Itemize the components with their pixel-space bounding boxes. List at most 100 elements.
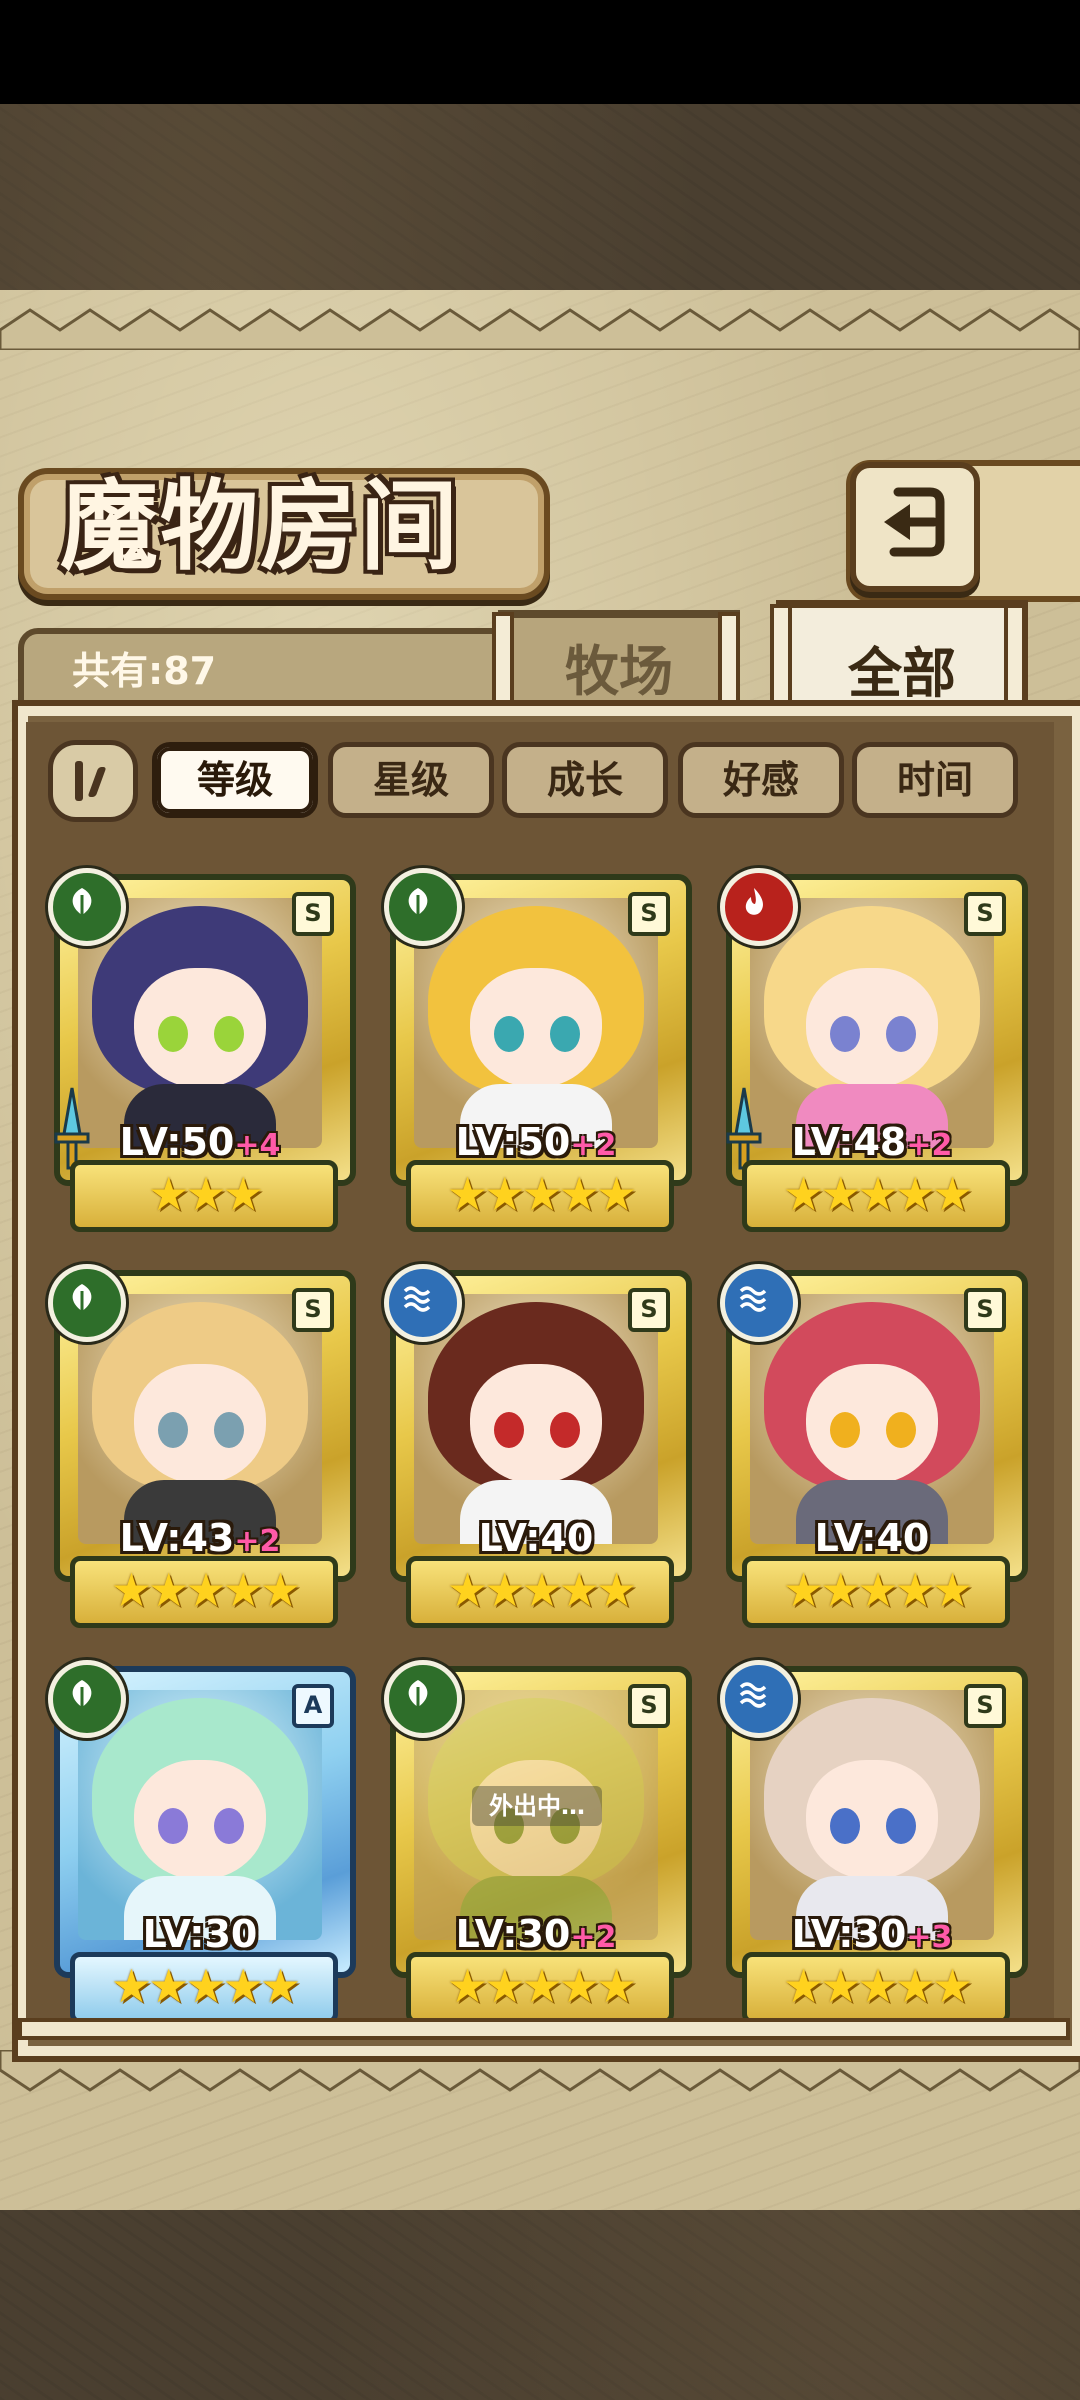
rank-badge: A	[292, 1684, 334, 1728]
total-count: 共有:87	[72, 649, 217, 693]
bottom-sawtooth-border	[0, 2050, 1080, 2092]
sort-order-toggle[interactable]	[48, 740, 138, 822]
portrait-face	[134, 1760, 266, 1880]
monster-portrait	[414, 1294, 658, 1544]
rank-badge: S	[964, 1684, 1006, 1728]
return-arrow-icon	[884, 487, 945, 557]
portrait-eye	[158, 1016, 188, 1052]
monster-portrait	[78, 1690, 322, 1940]
portrait-eye	[550, 1412, 580, 1448]
rank-badge: S	[628, 892, 670, 936]
monster-portrait	[78, 898, 322, 1148]
level-label: LV:40	[762, 1516, 982, 1560]
portrait-eye	[886, 1412, 916, 1448]
level-value: LV:40	[478, 1516, 594, 1560]
portrait-eye	[550, 1016, 580, 1052]
rank-badge: S	[292, 892, 334, 936]
portrait-face	[806, 1760, 938, 1880]
level-bonus: +2	[234, 1524, 281, 1559]
monster-card[interactable]: S LV:30+3 ★★★★★	[718, 1660, 1028, 2026]
rank-badge: S	[292, 1288, 334, 1332]
portrait-eye	[886, 1808, 916, 1844]
level-bonus: +4	[234, 1128, 281, 1163]
portrait-eye	[158, 1412, 188, 1448]
star-rating: ★★★	[70, 1160, 338, 1232]
rank-badge: S	[628, 1288, 670, 1332]
level-bonus: +2	[570, 1920, 617, 1955]
level-value: LV:30	[142, 1912, 258, 1956]
monster-portrait	[414, 898, 658, 1148]
bottom-rail	[18, 2018, 1070, 2040]
level-value: LV:50	[119, 1120, 235, 1164]
star-rating: ★★★★★	[406, 1952, 674, 2024]
monster-card[interactable]: S LV:48+2 ★★★★★	[718, 868, 1028, 1234]
star-rating: ★★★★★	[742, 1952, 1010, 2024]
toggle-bar-icon	[87, 767, 107, 797]
level-label: LV:30	[90, 1912, 310, 1956]
portrait-eye	[830, 1412, 860, 1448]
level-bonus: +2	[570, 1128, 617, 1163]
monster-card[interactable]: 外出中… S LV:30+2 ★★★★★	[382, 1660, 692, 2026]
portrait-eye	[494, 1412, 524, 1448]
portrait-eye	[886, 1016, 916, 1052]
monster-card[interactable]: S LV:50+4 ★★★	[46, 868, 356, 1234]
level-label: LV:30+2	[426, 1912, 646, 1956]
level-value: LV:43	[119, 1516, 235, 1560]
rank-badge: S	[964, 1288, 1006, 1332]
portrait-face	[134, 1364, 266, 1484]
star-rating: ★★★★★	[742, 1556, 1010, 1628]
level-label: LV:43+2	[90, 1516, 310, 1560]
portrait-face	[470, 1364, 602, 1484]
sort-level-button[interactable]: 等级	[152, 742, 318, 818]
leaf-element-icon	[48, 868, 126, 946]
level-value: LV:48	[791, 1120, 907, 1164]
level-value: LV:50	[455, 1120, 571, 1164]
portrait-face	[470, 968, 602, 1088]
portrait-eye	[158, 1808, 188, 1844]
water-element-icon	[384, 1264, 462, 1342]
water-element-icon	[720, 1660, 798, 1738]
level-value: LV:40	[814, 1516, 930, 1560]
portrait-eye	[214, 1412, 244, 1448]
monster-card[interactable]: S LV:40 ★★★★★	[718, 1264, 1028, 1630]
back-button[interactable]	[850, 462, 980, 592]
portrait-face	[134, 968, 266, 1088]
water-element-icon	[720, 1264, 798, 1342]
monster-card[interactable]: A LV:30 ★★★★★	[46, 1660, 356, 2026]
status-bar	[0, 0, 1080, 104]
monster-card[interactable]: S LV:43+2 ★★★★★	[46, 1264, 356, 1630]
leaf-element-icon	[48, 1660, 126, 1738]
level-label: LV:40	[426, 1516, 646, 1560]
portrait-eye	[214, 1808, 244, 1844]
portrait-eye	[830, 1016, 860, 1052]
star-rating: ★★★★★	[406, 1160, 674, 1232]
monster-card[interactable]: S LV:40 ★★★★★	[382, 1264, 692, 1630]
sort-time-button[interactable]: 时间	[852, 742, 1018, 818]
rank-badge: S	[964, 892, 1006, 936]
sort-star-button[interactable]: 星级	[328, 742, 494, 818]
status-out-label: 外出中…	[472, 1786, 602, 1826]
monster-portrait	[750, 1294, 994, 1544]
level-bonus: +2	[906, 1128, 953, 1163]
level-value: LV:30	[791, 1912, 907, 1956]
page-title: 魔物房间	[60, 469, 461, 584]
leaf-element-icon	[384, 1660, 462, 1738]
level-value: LV:30	[455, 1912, 571, 1956]
sort-affinity-button[interactable]: 好感	[678, 742, 844, 818]
level-label: LV:50+4	[90, 1120, 310, 1164]
level-label: LV:30+3	[762, 1912, 982, 1956]
top-sawtooth-border	[0, 308, 1080, 350]
monster-portrait	[78, 1294, 322, 1544]
portrait-face	[806, 1364, 938, 1484]
star-rating: ★★★★★	[742, 1160, 1010, 1232]
star-rating: ★★★★★	[406, 1556, 674, 1628]
star-rating: ★★★★★	[70, 1556, 338, 1628]
monster-card[interactable]: S LV:50+2 ★★★★★	[382, 868, 692, 1234]
fire-element-icon	[720, 868, 798, 946]
sort-growth-button[interactable]: 成长	[502, 742, 668, 818]
level-label: LV:48+2	[762, 1120, 982, 1164]
portrait-eye	[830, 1808, 860, 1844]
portrait-eye	[214, 1016, 244, 1052]
star-rating: ★★★★★	[70, 1952, 338, 2024]
leaf-element-icon	[384, 868, 462, 946]
